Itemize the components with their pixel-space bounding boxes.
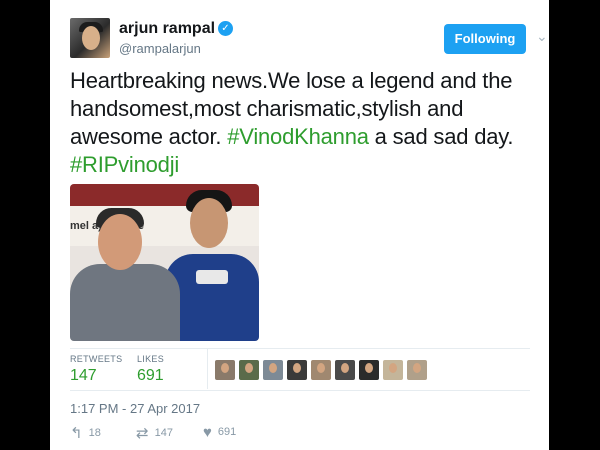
chevron-down-icon[interactable]: ⌄: [536, 28, 548, 45]
like-action[interactable]: ♥ 691: [203, 424, 236, 441]
liker-avatar[interactable]: [383, 360, 403, 380]
liker-avatar[interactable]: [359, 360, 379, 380]
liker-avatar[interactable]: [407, 360, 427, 380]
liker-avatar[interactable]: [215, 360, 235, 380]
liker-avatar[interactable]: [287, 360, 307, 380]
liker-avatar[interactable]: [239, 360, 259, 380]
author-handle[interactable]: @rampalarjun: [119, 41, 201, 56]
retweet-action[interactable]: ⇄ 147: [136, 424, 173, 442]
likes-label: LIKES: [137, 354, 165, 364]
reply-icon: ↰: [70, 425, 83, 442]
retweets-label: RETWEETS: [70, 354, 123, 364]
author-avatar[interactable]: [70, 18, 110, 58]
retweets-stat[interactable]: RETWEETS 147: [70, 354, 122, 385]
like-count: 691: [217, 426, 237, 438]
liker-avatar[interactable]: [335, 360, 355, 380]
likes-value: 691: [137, 367, 164, 384]
tweet-text-segment: a sad sad day.: [368, 124, 514, 149]
hashtag-ripvinodji[interactable]: #RIPvinodji: [70, 152, 179, 177]
stats-separator: [207, 349, 208, 389]
photo-person-left-head: [98, 214, 142, 270]
hashtag-vinodkhanna[interactable]: #VinodKhanna: [227, 124, 369, 149]
photo-person-right-head: [190, 198, 228, 248]
retweet-icon: ⇄: [136, 425, 149, 442]
verified-badge-icon: ✓: [218, 21, 233, 36]
reply-count: 18: [88, 427, 101, 439]
tweet-photo[interactable]: mel a) Ltd. me: [70, 184, 259, 341]
tweet-timestamp[interactable]: 1:17 PM - 27 Apr 2017: [70, 401, 200, 416]
retweets-value: 147: [70, 367, 97, 384]
retweet-count: 147: [154, 427, 173, 439]
avatar-face: [82, 26, 100, 50]
photo-person-left-body: [70, 264, 180, 341]
tweet-header: arjun rampal ✓ @rampalarjun Following ⌄: [70, 14, 548, 60]
liker-avatar[interactable]: [263, 360, 283, 380]
following-button[interactable]: Following: [444, 24, 526, 54]
stats-bottom-divider: [70, 390, 530, 391]
reply-action[interactable]: ↰ 18: [70, 424, 101, 442]
author-name[interactable]: arjun rampal: [119, 20, 215, 38]
tweet-card: arjun rampal ✓ @rampalarjun Following ⌄ …: [50, 0, 549, 450]
heart-icon: ♥: [203, 424, 212, 441]
photo-shirt-logo: [196, 270, 228, 284]
liker-avatar[interactable]: [311, 360, 331, 380]
likes-stat[interactable]: LIKES 691: [137, 354, 164, 385]
stats-top-divider: [70, 348, 530, 349]
tweet-text: Heartbreaking news.We lose a legend and …: [70, 67, 530, 179]
